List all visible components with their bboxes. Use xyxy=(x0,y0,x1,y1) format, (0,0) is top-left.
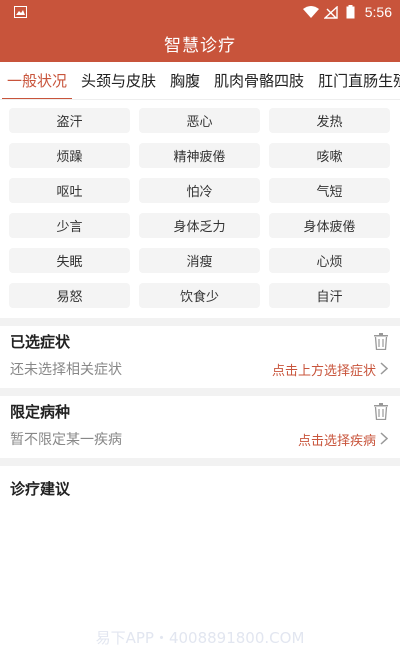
selected-symptoms-empty-text: 还未选择相关症状 xyxy=(10,362,122,378)
no-signal-icon xyxy=(323,5,339,19)
wifi-icon xyxy=(302,5,319,19)
section-divider xyxy=(0,318,400,326)
trash-icon[interactable] xyxy=(372,332,390,350)
symptom-chip[interactable]: 恶心 xyxy=(139,108,260,133)
select-symptoms-link[interactable]: 点击上方选择症状 xyxy=(272,360,390,379)
section-divider xyxy=(0,458,400,466)
symptom-grid: 盗汗 恶心 发热 烦躁 精神疲倦 咳嗽 呕吐 怕冷 气短 少言 身体乏力 身体疲… xyxy=(0,100,400,312)
symptom-chip[interactable]: 消瘦 xyxy=(139,248,260,273)
disease-limit-section: 限定病种 暂不限定某一疾病 点击选择疾病 xyxy=(0,396,400,452)
symptom-chip[interactable]: 怕冷 xyxy=(139,178,260,203)
category-tabs: 一般状况 头颈与皮肤 胸腹 肌肉骨骼四肢 肛门直肠生殖 xyxy=(0,62,400,100)
status-bar: 5:56 xyxy=(0,0,400,24)
section-divider xyxy=(0,388,400,396)
symptom-chip[interactable]: 失眠 xyxy=(9,248,130,273)
trash-icon[interactable] xyxy=(372,402,390,420)
select-disease-link[interactable]: 点击选择疾病 xyxy=(298,430,390,449)
disease-limit-title: 限定病种 xyxy=(10,402,71,421)
selected-symptoms-section: 已选症状 还未选择相关症状 点击上方选择症状 xyxy=(0,326,400,382)
symptom-chip[interactable]: 发热 xyxy=(269,108,390,133)
select-disease-label: 点击选择疾病 xyxy=(297,433,376,449)
symptom-chip[interactable]: 咳嗽 xyxy=(269,143,390,168)
watermark: 易下APP・4008891800.COM xyxy=(95,629,305,647)
symptom-chip[interactable]: 易怒 xyxy=(9,283,130,308)
tab-general-condition[interactable]: 一般状况 xyxy=(0,62,74,99)
tab-chest-abdomen[interactable]: 胸腹 xyxy=(163,62,207,99)
battery-icon xyxy=(343,5,359,19)
selected-symptoms-title: 已选症状 xyxy=(10,332,71,351)
tab-anorectal-genital[interactable]: 肛门直肠生殖 xyxy=(311,62,400,99)
image-notification-icon xyxy=(12,5,28,19)
symptom-chip[interactable]: 精神疲倦 xyxy=(139,143,260,168)
advice-title: 诊疗建议 xyxy=(10,480,71,498)
tab-head-neck-skin[interactable]: 头颈与皮肤 xyxy=(74,62,163,99)
disease-limit-empty-text: 暂不限定某一疾病 xyxy=(10,432,122,448)
symptom-chip[interactable]: 盗汗 xyxy=(9,108,130,133)
symptom-chip[interactable]: 自汗 xyxy=(269,283,390,308)
app-bar: 智慧诊疗 xyxy=(0,24,400,62)
select-symptoms-label: 点击上方选择症状 xyxy=(271,363,376,379)
tab-musculoskeletal-limbs[interactable]: 肌肉骨骼四肢 xyxy=(207,62,311,99)
symptom-chip[interactable]: 饮食少 xyxy=(139,283,260,308)
symptom-chip[interactable]: 烦躁 xyxy=(9,143,130,168)
chevron-right-icon xyxy=(380,432,390,446)
symptom-chip[interactable]: 心烦 xyxy=(269,248,390,273)
status-time: 5:56 xyxy=(364,4,392,20)
symptom-chip[interactable]: 身体乏力 xyxy=(139,213,260,238)
chevron-right-icon xyxy=(380,362,390,376)
page-title: 智慧诊疗 xyxy=(164,35,236,56)
symptom-chip[interactable]: 呕吐 xyxy=(9,178,130,203)
symptom-chip[interactable]: 少言 xyxy=(9,213,130,238)
symptom-chip[interactable]: 气短 xyxy=(269,178,390,203)
symptom-chip[interactable]: 身体疲倦 xyxy=(269,213,390,238)
advice-section: 诊疗建议 xyxy=(0,466,400,511)
